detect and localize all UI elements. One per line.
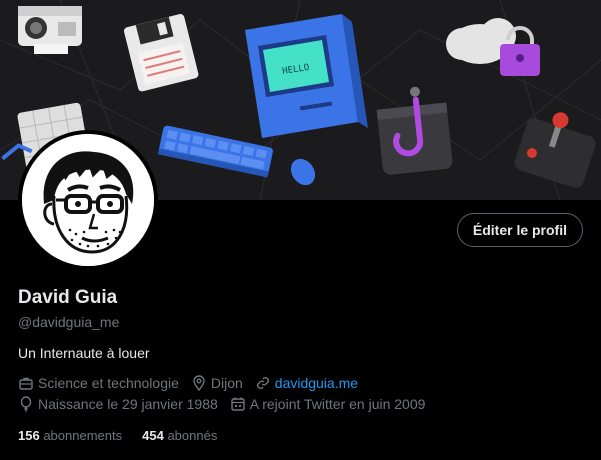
caricature-portrait-icon: [22, 134, 154, 266]
edit-profile-button[interactable]: Éditer le profil: [456, 213, 583, 247]
user-handle: @davidguia_me: [18, 314, 120, 330]
location-label: Dijon: [210, 375, 243, 391]
balloon-icon: [20, 396, 32, 412]
instant-camera-icon: [18, 6, 82, 54]
joined-label: A rejoint Twitter en juin 2009: [249, 396, 426, 412]
location-item: Dijon: [191, 375, 243, 391]
following-label: abonnements: [43, 428, 123, 443]
cloud-lock-icon: [446, 18, 540, 76]
profile-meta-row-2: Naissance le 29 janvier 1988 A rejoint T…: [18, 396, 437, 412]
bio-text: Un Internaute à louer: [18, 345, 150, 361]
retro-computer-icon: HELLO: [245, 14, 368, 138]
followers-label: abonnés: [167, 428, 218, 443]
profile-meta-row: Science et technologie Dijon davidguia.m…: [18, 375, 370, 391]
birthday-item: Naissance le 29 janvier 1988: [18, 396, 218, 412]
following-link[interactable]: 156 abonnements: [18, 428, 122, 443]
joined-item: A rejoint Twitter en juin 2009: [230, 396, 426, 412]
calendar-icon: [231, 397, 245, 411]
keyboard-icon: [157, 125, 273, 178]
link-icon: [256, 377, 269, 389]
category-label: Science et technologie: [38, 375, 179, 391]
birthday-label: Naissance le 29 janvier 1988: [38, 396, 218, 412]
mouse-icon: [290, 158, 316, 186]
followers-count: 454: [142, 428, 164, 443]
floppy-disk-icon: [123, 14, 199, 92]
joystick-icon: [514, 112, 596, 188]
location-pin-icon: [193, 375, 205, 391]
avatar[interactable]: [18, 130, 158, 270]
followers-link[interactable]: 454 abonnés: [142, 428, 217, 443]
briefcase-icon: [19, 377, 33, 390]
following-count: 156: [18, 428, 40, 443]
category-item: Science et technologie: [18, 375, 179, 391]
follow-stats: 156 abonnements 454 abonnés: [18, 428, 237, 443]
website-item[interactable]: davidguia.me: [255, 375, 358, 391]
website-link[interactable]: davidguia.me: [275, 375, 358, 391]
display-name: David Guia: [18, 287, 118, 308]
